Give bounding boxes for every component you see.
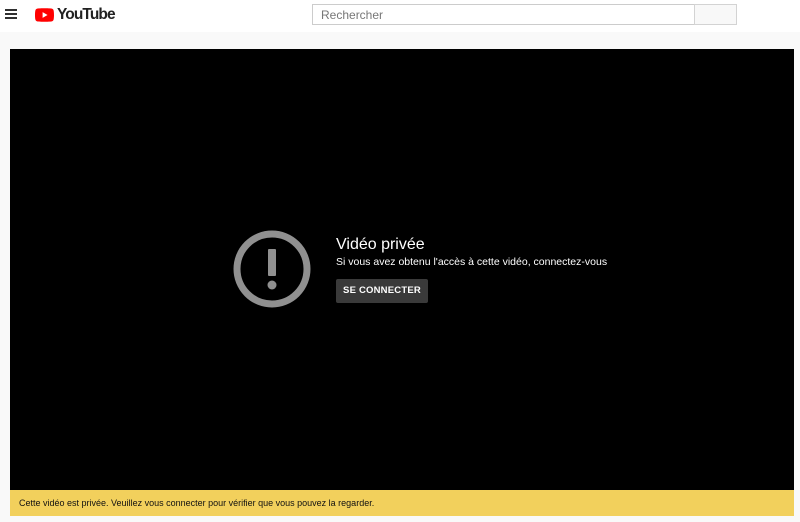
video-player[interactable]: Vidéo privée Si vous avez obtenu l'accès… (10, 49, 794, 490)
youtube-logo[interactable]: YouTube (35, 6, 116, 24)
search-input[interactable] (312, 4, 695, 25)
masthead: YouTube (0, 0, 800, 32)
youtube-watch-page: YouTube Vidéo privée Si vous avez obtenu… (0, 0, 800, 522)
alert-message: Cette vidéo est privée. Veuillez vous co… (19, 498, 375, 508)
private-video-subtitle: Si vous avez obtenu l'accès à cette vidé… (336, 256, 608, 268)
private-video-alert: Cette vidéo est privée. Veuillez vous co… (10, 490, 794, 516)
search-button[interactable] (694, 4, 737, 25)
hamburger-menu-icon[interactable] (5, 7, 19, 21)
sign-in-button[interactable]: SE CONNECTER (336, 279, 428, 303)
exclamation-circle-icon (233, 230, 311, 308)
private-video-title: Vidéo privée (336, 236, 425, 253)
youtube-play-icon (35, 8, 54, 22)
logo-text: YouTube (57, 6, 116, 23)
